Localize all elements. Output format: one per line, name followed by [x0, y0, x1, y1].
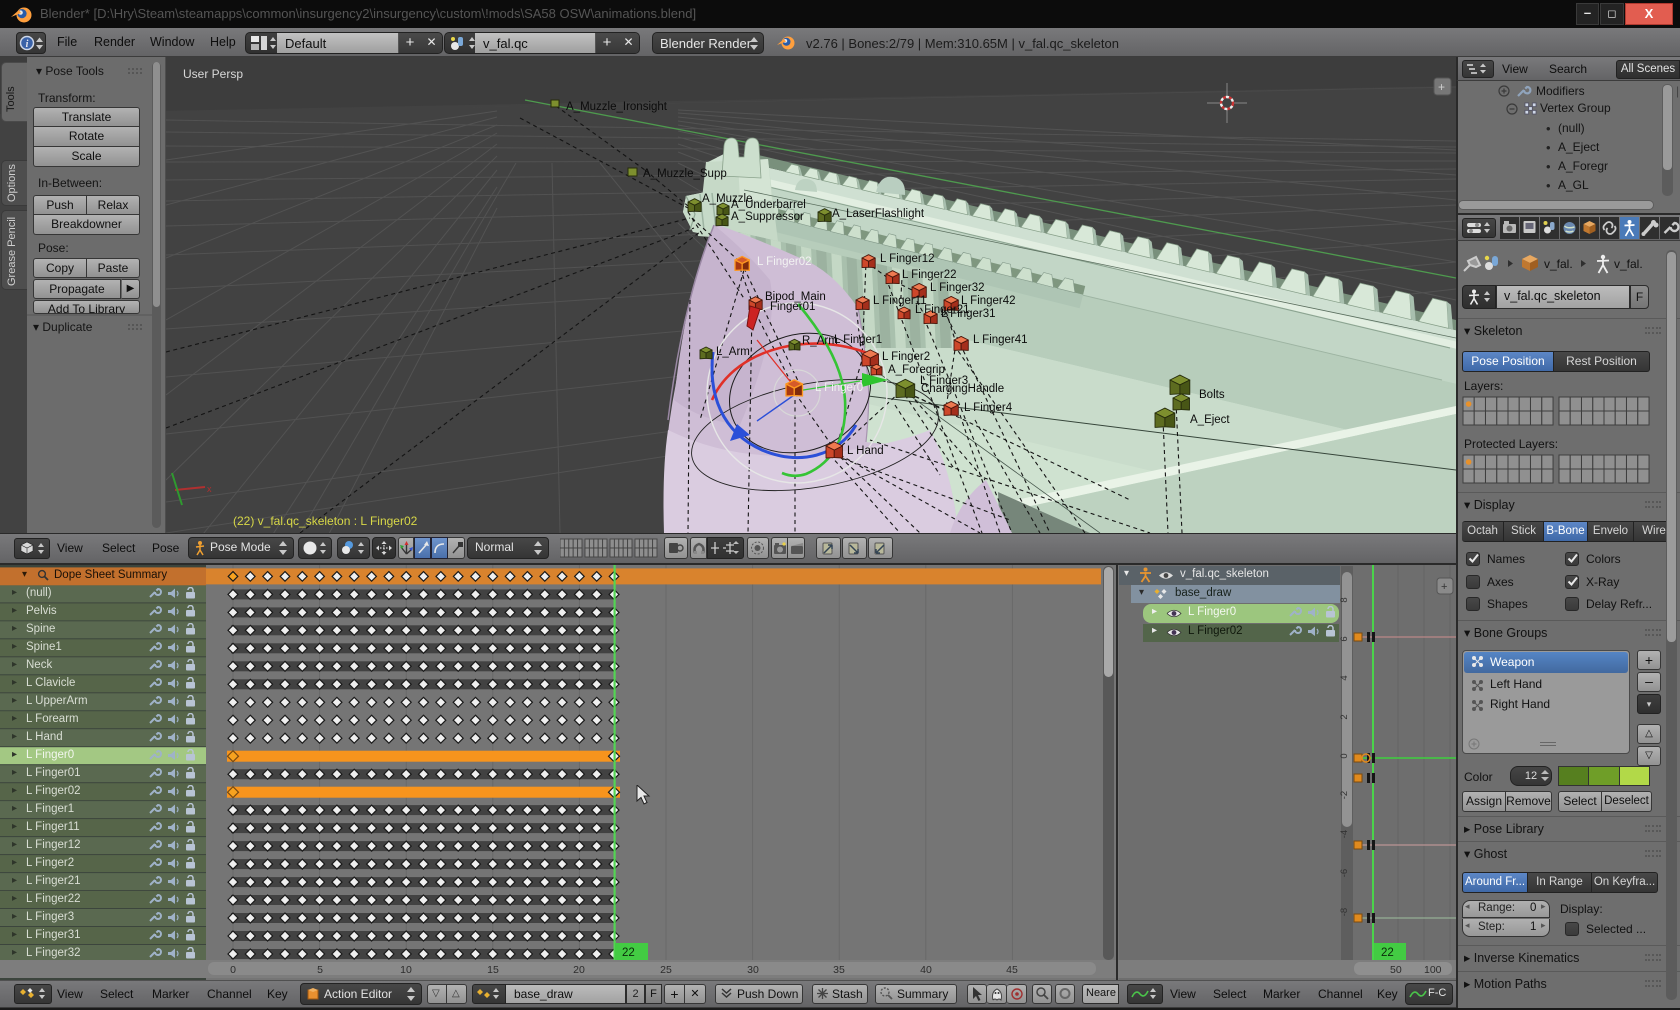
- svg-text:R_Arm: R_Arm: [802, 335, 838, 347]
- svg-text:User Persp: User Persp: [183, 67, 243, 81]
- svg-text:A_LaserFlashlight: A_LaserFlashlight: [832, 208, 925, 220]
- svg-text:L Finger0: L Finger0: [815, 382, 863, 394]
- svg-text:L Finger2: L Finger2: [882, 351, 930, 363]
- svg-text:4: 4: [1339, 675, 1350, 680]
- svg-text:L Finger02: L Finger02: [757, 256, 812, 268]
- svg-text:6: 6: [1339, 636, 1350, 641]
- svg-text:-8: -8: [1339, 908, 1350, 916]
- svg-text:i: i: [26, 39, 29, 50]
- svg-text:40: 40: [920, 964, 932, 976]
- svg-text:L_Arm: L_Arm: [716, 346, 750, 358]
- svg-text:A_Muzzle_Ironsight: A_Muzzle_Ironsight: [566, 101, 668, 113]
- svg-text:2: 2: [1339, 714, 1350, 719]
- svg-text:+: +: [1438, 80, 1445, 94]
- svg-text:x: x: [207, 484, 212, 494]
- svg-text:+: +: [1441, 581, 1447, 593]
- svg-text:-4: -4: [1339, 830, 1350, 838]
- svg-text:L Finger32: L Finger32: [930, 282, 985, 294]
- svg-text:35: 35: [833, 964, 845, 976]
- svg-text:Finger01: Finger01: [770, 301, 815, 313]
- svg-text:L Finger31: L Finger31: [941, 308, 996, 320]
- svg-text:22: 22: [1381, 947, 1394, 959]
- svg-text:10: 10: [400, 964, 412, 976]
- svg-text:25: 25: [660, 964, 672, 976]
- svg-text:30: 30: [747, 964, 759, 976]
- svg-text:5: 5: [317, 964, 323, 976]
- svg-text:A_Underbarrel: A_Underbarrel: [731, 199, 806, 211]
- svg-text:45: 45: [1006, 964, 1018, 976]
- svg-text:v_fal.: v_fal.: [1544, 257, 1573, 271]
- svg-text:-2: -2: [1339, 791, 1350, 799]
- svg-text:L Finger4: L Finger4: [964, 402, 1013, 414]
- svg-text:50: 50: [1390, 964, 1402, 976]
- svg-text:20: 20: [573, 964, 585, 976]
- svg-text:L Finger41: L Finger41: [973, 334, 1028, 346]
- svg-text:L Finger22: L Finger22: [902, 269, 957, 281]
- svg-text:15: 15: [487, 964, 499, 976]
- svg-text:A_Muzzle_Supp: A_Muzzle_Supp: [643, 168, 727, 180]
- svg-text:100: 100: [1424, 964, 1442, 976]
- svg-text:ChargingHandle: ChargingHandle: [921, 383, 1004, 395]
- svg-text:22: 22: [622, 947, 635, 959]
- svg-text:0: 0: [230, 964, 236, 976]
- svg-text:L Finger1: L Finger1: [834, 334, 882, 346]
- svg-text:0: 0: [1339, 753, 1350, 758]
- svg-text:L Hand: L Hand: [847, 445, 884, 457]
- svg-text:A_Eject: A_Eject: [1190, 414, 1230, 426]
- svg-text:A_Suppressor: A_Suppressor: [731, 211, 804, 223]
- svg-text:(22) v_fal.qc_skeleton : L Fin: (22) v_fal.qc_skeleton : L Finger02: [233, 514, 418, 528]
- svg-text:L Finger12: L Finger12: [880, 253, 935, 265]
- svg-text:v_fal.: v_fal.: [1614, 257, 1643, 271]
- svg-text:-6: -6: [1339, 869, 1350, 877]
- svg-text:8: 8: [1339, 597, 1350, 602]
- svg-text:Bolts: Bolts: [1199, 389, 1225, 401]
